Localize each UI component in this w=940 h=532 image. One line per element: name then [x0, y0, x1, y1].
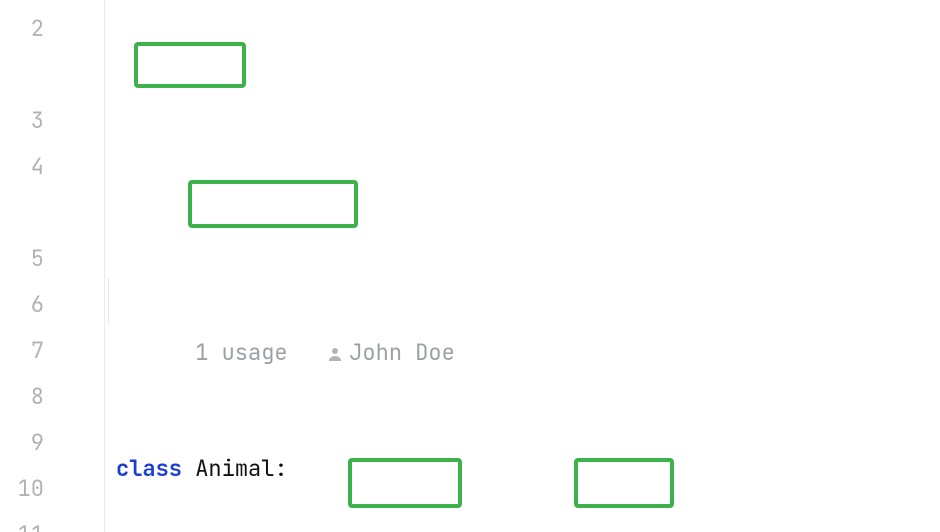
line-number: 8 — [0, 374, 44, 420]
person-icon — [327, 332, 343, 378]
colon: : — [274, 454, 287, 483]
class-name: Animal — [195, 454, 274, 483]
author-annotation[interactable]: John Doe — [327, 338, 455, 367]
indent-guide — [108, 278, 109, 324]
line-number: 6 — [0, 282, 44, 328]
usage-hint[interactable]: 1 usage — [195, 338, 287, 367]
code-editor[interactable]: 2 3 4 5 6 7 8 9 10 11 1 usage John Doe c… — [0, 0, 940, 532]
line-number: 7 — [0, 328, 44, 374]
line-number: 11 — [0, 512, 44, 532]
gutter-spacer — [0, 190, 44, 236]
line-number: 5 — [0, 236, 44, 282]
author-name: John Doe — [349, 338, 455, 367]
keyword-class: class — [116, 454, 182, 483]
gutter: 2 3 4 5 6 7 8 9 10 11 — [0, 0, 72, 532]
line-number: 2 — [0, 6, 44, 52]
code-line[interactable]: class Animal: — [116, 446, 940, 492]
line-number: 10 — [0, 466, 44, 512]
line-number: 9 — [0, 420, 44, 466]
gutter-spacer — [0, 52, 44, 98]
line-number: 4 — [0, 144, 44, 190]
gutter-separator — [104, 0, 105, 532]
class-annotations: 1 usage John Doe — [116, 284, 940, 330]
code-area[interactable]: 1 usage John Doe class Animal: John Doe … — [72, 0, 940, 532]
code-line[interactable] — [116, 122, 940, 168]
line-number: 3 — [0, 98, 44, 144]
